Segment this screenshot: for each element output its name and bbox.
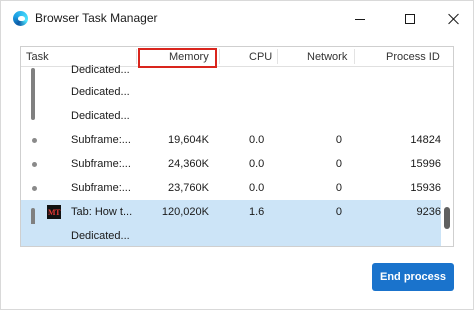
site-favicon-icon: MT bbox=[47, 205, 61, 219]
network-value: 0 bbox=[335, 182, 342, 194]
table-body: Dedicated... Dedicated... Dedicated... S… bbox=[21, 64, 441, 246]
process-id-value: 9236 bbox=[416, 206, 441, 218]
task-name: Subframe:... bbox=[71, 182, 131, 194]
task-name: Subframe:... bbox=[71, 134, 131, 146]
network-value: 0 bbox=[335, 206, 342, 218]
column-header-task[interactable]: Task bbox=[26, 51, 49, 63]
memory-value: 24,360K bbox=[168, 158, 209, 170]
edge-browser-icon bbox=[13, 11, 28, 26]
maximize-button[interactable] bbox=[387, 1, 433, 37]
process-id-value: 15996 bbox=[410, 158, 441, 170]
table-row-selected[interactable]: Dedicated... bbox=[21, 224, 441, 246]
column-header-process-id[interactable]: Process ID bbox=[386, 51, 440, 63]
column-header-network[interactable]: Network bbox=[307, 51, 347, 63]
process-id-value: 14824 bbox=[410, 134, 441, 146]
table-row[interactable]: Subframe:... 24,360K 0.0 0 15996 bbox=[21, 152, 441, 176]
minimize-icon bbox=[355, 18, 365, 20]
memory-value: 23,760K bbox=[168, 182, 209, 194]
cpu-value: 0.0 bbox=[249, 134, 265, 146]
close-button[interactable] bbox=[431, 1, 474, 37]
column-divider[interactable] bbox=[354, 49, 355, 64]
tree-bullet-icon bbox=[32, 186, 37, 191]
memory-column-highlight-box bbox=[138, 48, 217, 68]
network-value: 0 bbox=[335, 134, 342, 146]
table-row[interactable]: Dedicated... bbox=[21, 104, 441, 128]
maximize-icon bbox=[405, 14, 415, 24]
task-name: Dedicated... bbox=[71, 230, 130, 242]
memory-value: 120,020K bbox=[161, 206, 209, 218]
column-divider[interactable] bbox=[136, 49, 137, 64]
scrollbar-thumb[interactable] bbox=[444, 207, 450, 229]
cpu-value: 1.6 bbox=[249, 206, 265, 218]
minimize-button[interactable] bbox=[337, 1, 383, 37]
window-title: Browser Task Manager bbox=[35, 11, 158, 25]
table-row[interactable]: Dedicated... bbox=[21, 80, 441, 104]
cpu-value: 0.0 bbox=[249, 158, 265, 170]
task-name: Tab: How t... bbox=[71, 206, 133, 218]
column-header-cpu[interactable]: CPU bbox=[249, 51, 272, 63]
column-divider[interactable] bbox=[219, 49, 220, 64]
process-id-value: 15936 bbox=[410, 182, 441, 194]
table-row[interactable]: Subframe:... 19,604K 0.0 0 14824 bbox=[21, 128, 441, 152]
task-name: Dedicated... bbox=[71, 64, 130, 76]
tree-bullet-icon bbox=[32, 162, 37, 167]
table-row-selected[interactable]: MT Tab: How t... 120,020K 1.6 0 9236 bbox=[21, 200, 441, 240]
column-divider[interactable] bbox=[277, 49, 278, 64]
task-name: Dedicated... bbox=[71, 86, 130, 98]
vertical-scrollbar[interactable] bbox=[441, 68, 453, 246]
process-table: Task Memory CPU Network Process ID Dedic… bbox=[20, 46, 454, 247]
title-bar: Browser Task Manager bbox=[1, 1, 473, 37]
tree-bullet-icon bbox=[32, 138, 37, 143]
network-value: 0 bbox=[335, 158, 342, 170]
end-process-button[interactable]: End process bbox=[372, 263, 454, 291]
task-name: Dedicated... bbox=[71, 110, 130, 122]
table-row[interactable]: Subframe:... 23,760K 0.0 0 15936 bbox=[21, 176, 441, 200]
close-icon bbox=[448, 13, 460, 25]
task-name: Subframe:... bbox=[71, 158, 131, 170]
task-manager-window: Browser Task Manager Task Memory CPU Net… bbox=[0, 0, 474, 310]
memory-value: 19,604K bbox=[168, 134, 209, 146]
cpu-value: 0.0 bbox=[249, 182, 265, 194]
